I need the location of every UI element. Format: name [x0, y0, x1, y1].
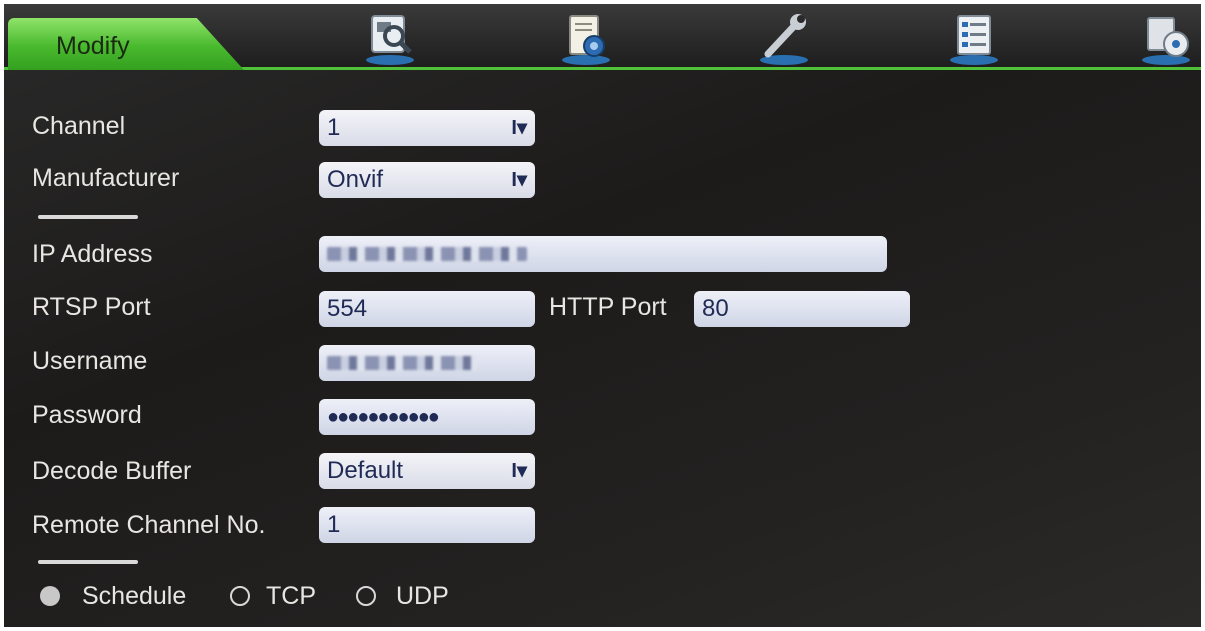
channel-label: Channel: [32, 112, 126, 140]
password-label: Password: [32, 401, 142, 429]
tab-modify-label: Modify: [56, 32, 130, 60]
remote-channel-label: Remote Channel No.: [32, 511, 266, 539]
tab-modify[interactable]: Modify: [8, 18, 244, 70]
remote-channel-value: 1: [327, 511, 341, 538]
radio-schedule-label[interactable]: Schedule: [82, 582, 186, 611]
manufacturer-label: Manufacturer: [32, 164, 180, 192]
radio-tcp[interactable]: [230, 586, 250, 606]
list-menu-icon[interactable]: [944, 10, 1004, 66]
chevron-down-icon: I▾: [511, 460, 527, 482]
chevron-down-icon: I▾: [511, 117, 527, 139]
ip-address-label: IP Address: [32, 240, 153, 268]
ip-address-value: [327, 247, 527, 261]
http-port-label: HTTP Port: [549, 293, 667, 321]
rtsp-port-label: RTSP Port: [32, 293, 151, 321]
decode-buffer-label: Decode Buffer: [32, 457, 192, 485]
decode-buffer-value: Default: [327, 457, 404, 484]
rtsp-port-value: 554: [327, 295, 368, 322]
radio-tcp-label[interactable]: TCP: [266, 582, 316, 611]
username-value: [327, 356, 477, 370]
password-value: ●●●●●●●●●●●: [327, 406, 440, 428]
disk-settings-icon[interactable]: [1136, 10, 1196, 66]
modify-panel: Modify Channel 1 I▾ Manufacturer Onvif I…: [4, 4, 1201, 627]
channel-value: 1: [327, 114, 341, 141]
password-field[interactable]: ●●●●●●●●●●●: [319, 399, 535, 435]
section-divider: [38, 560, 138, 564]
chevron-down-icon: I▾: [511, 169, 527, 191]
radio-udp[interactable]: [356, 586, 376, 606]
manufacturer-value: Onvif: [327, 166, 384, 193]
rtsp-port-field[interactable]: 554: [319, 291, 535, 327]
wrench-tools-icon[interactable]: [754, 10, 814, 66]
manufacturer-select[interactable]: Onvif I▾: [319, 162, 535, 198]
top-bar: Modify: [4, 4, 1201, 70]
http-port-value: 80: [702, 295, 729, 322]
ip-address-field[interactable]: [319, 236, 887, 272]
http-port-field[interactable]: 80: [694, 291, 910, 327]
radio-udp-label[interactable]: UDP: [396, 582, 449, 611]
username-label: Username: [32, 347, 148, 375]
remote-channel-field[interactable]: 1: [319, 507, 535, 543]
radio-schedule[interactable]: [40, 586, 60, 606]
section-divider: [38, 215, 138, 219]
document-settings-icon[interactable]: [556, 10, 616, 66]
decode-buffer-select[interactable]: Default I▾: [319, 453, 535, 489]
channel-select[interactable]: 1 I▾: [319, 110, 535, 146]
username-field[interactable]: [319, 345, 535, 381]
search-camera-icon[interactable]: [360, 10, 420, 66]
